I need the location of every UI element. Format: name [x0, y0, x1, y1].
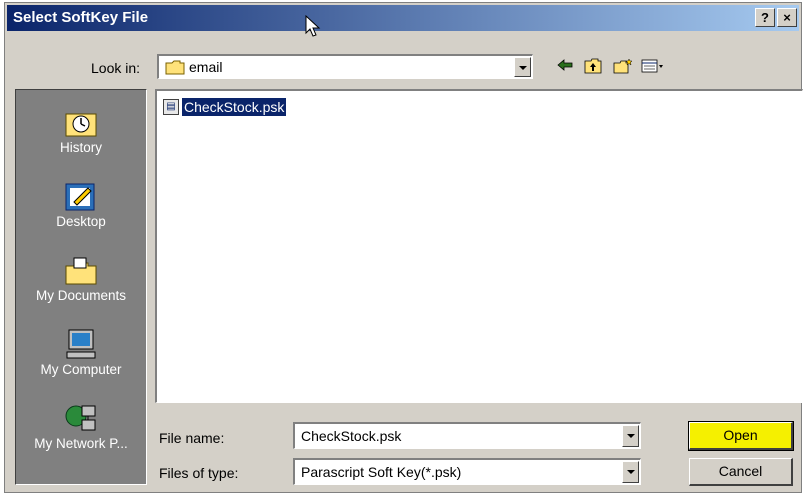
up-folder-icon[interactable] — [583, 58, 603, 76]
close-button[interactable]: × — [777, 8, 797, 27]
filetype-label: Files of type: — [159, 465, 239, 481]
place-my-computer[interactable]: My Computer — [16, 328, 146, 377]
place-label: Desktop — [56, 214, 106, 229]
file-name: CheckStock.psk — [182, 98, 287, 116]
places-bar: History Desktop My Documents My Computer… — [15, 89, 147, 485]
place-my-documents[interactable]: My Documents — [16, 254, 146, 303]
filename-input[interactable]: CheckStock.psk — [293, 422, 641, 449]
lookin-label: Look in: — [91, 60, 141, 76]
lookin-value: email — [189, 59, 223, 75]
title-bar[interactable]: Select SoftKey File ? × — [7, 5, 799, 31]
lookin-combo[interactable]: email — [157, 54, 533, 79]
desktop-icon — [64, 180, 98, 212]
file-icon: ▤ — [163, 99, 179, 115]
my-computer-icon — [64, 328, 98, 360]
filename-value: CheckStock.psk — [301, 428, 402, 444]
cancel-button[interactable]: Cancel — [689, 458, 793, 486]
place-desktop[interactable]: Desktop — [16, 180, 146, 229]
filetype-select[interactable]: Parascript Soft Key(*.psk) — [293, 458, 641, 485]
place-label: History — [59, 140, 102, 155]
mouse-cursor-icon — [305, 15, 321, 37]
view-menu-icon[interactable] — [641, 58, 665, 76]
file-list[interactable]: ▤ CheckStock.psk — [155, 89, 803, 403]
filename-label: File name: — [159, 430, 225, 446]
filetype-value: Parascript Soft Key(*.psk) — [301, 464, 462, 480]
file-item[interactable]: ▤ CheckStock.psk — [163, 97, 287, 117]
place-history[interactable]: History — [16, 106, 146, 155]
place-label: My Documents — [35, 288, 127, 303]
place-my-network[interactable]: My Network P... — [16, 402, 146, 451]
folder-icon — [165, 60, 185, 75]
filename-dropdown-button[interactable] — [622, 425, 639, 447]
file-dialog: Select SoftKey File ? × Look in: email H… — [4, 2, 803, 493]
history-icon — [64, 106, 98, 138]
my-documents-icon — [64, 254, 98, 286]
open-button[interactable]: Open — [688, 421, 794, 451]
place-label: My Computer — [40, 362, 122, 377]
filetype-dropdown-button[interactable] — [622, 461, 639, 483]
lookin-dropdown-button[interactable] — [514, 57, 531, 77]
back-arrow-icon[interactable] — [555, 58, 575, 76]
new-folder-icon[interactable] — [613, 58, 633, 76]
my-network-places-icon — [64, 402, 98, 434]
place-label: My Network P... — [34, 436, 128, 451]
window-title: Select SoftKey File — [13, 9, 149, 26]
help-button[interactable]: ? — [755, 8, 775, 27]
